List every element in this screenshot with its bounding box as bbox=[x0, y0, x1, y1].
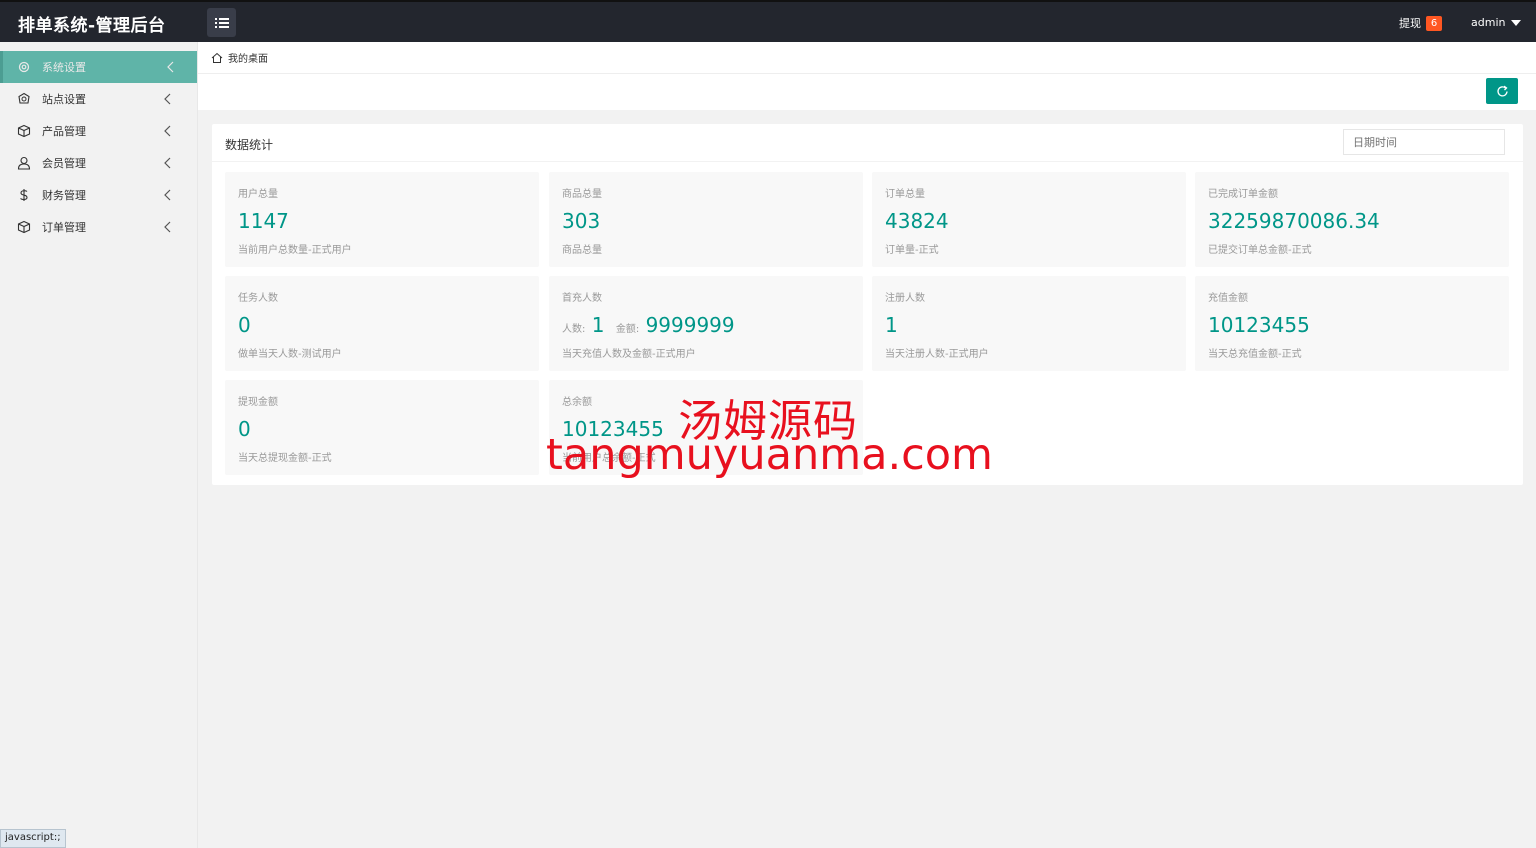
box-icon bbox=[17, 124, 31, 138]
first-recharge-amount: 9999999 bbox=[645, 313, 735, 337]
chevron-left-icon bbox=[167, 61, 174, 73]
card-title: 充值金额 bbox=[1208, 293, 1248, 304]
card-title: 用户总量 bbox=[238, 189, 278, 200]
stat-card-recharge-amount: 充值金额 10123455 当天总充值金额-正式 bbox=[1195, 276, 1509, 371]
sidebar-toggle-button[interactable] bbox=[207, 8, 236, 37]
count-label: 人数: bbox=[562, 324, 586, 335]
card-title: 首充人数 bbox=[562, 293, 602, 304]
card-desc: 当前用户总数量-正式用户 bbox=[238, 245, 352, 256]
sidebar-item-finance-management[interactable]: 财务管理 bbox=[0, 179, 197, 211]
panel-title: 数据统计 bbox=[225, 138, 274, 152]
stat-card-total-products: 商品总量 303 商品总量 bbox=[549, 172, 863, 267]
card-title: 已完成订单金额 bbox=[1208, 189, 1278, 200]
card-value: 10123455 bbox=[1208, 313, 1310, 337]
card-value: 1147 bbox=[238, 209, 289, 233]
top-header: 排单系统-管理后台 提现 6 admin bbox=[0, 0, 1536, 42]
card-value: 1 bbox=[885, 313, 898, 337]
first-recharge-count: 1 bbox=[591, 313, 605, 337]
card-value: 人数: 1 金额: 9999999 bbox=[562, 313, 735, 337]
breadcrumb-home[interactable]: 我的桌面 bbox=[228, 50, 268, 65]
card-title: 总余额 bbox=[562, 397, 592, 408]
amount-label: 金额: bbox=[615, 324, 640, 335]
chevron-left-icon bbox=[164, 125, 171, 137]
card-desc: 当天总充值金额-正式 bbox=[1208, 349, 1302, 360]
withdraw-link[interactable]: 提现 6 bbox=[1399, 15, 1442, 31]
stat-card-completed-amount: 已完成订单金额 32259870086.34 已提交订单总金额-正式 bbox=[1195, 172, 1509, 267]
breadcrumb: 我的桌面 bbox=[198, 42, 1536, 74]
card-desc: 已提交订单总金额-正式 bbox=[1208, 245, 1312, 256]
sidebar-item-label: 系统设置 bbox=[42, 61, 86, 74]
dollar-icon bbox=[17, 188, 31, 202]
date-time-input[interactable] bbox=[1343, 129, 1505, 155]
user-icon bbox=[17, 156, 31, 170]
card-title: 任务人数 bbox=[238, 293, 278, 304]
chevron-left-icon bbox=[164, 93, 171, 105]
card-value: 303 bbox=[562, 209, 601, 233]
card-desc: 做单当天人数-测试用户 bbox=[238, 349, 342, 360]
stat-card-first-recharge: 首充人数 人数: 1 金额: 9999999 当天充值人数及金额-正式用户 bbox=[549, 276, 863, 371]
sidebar-item-product-management[interactable]: 产品管理 bbox=[0, 115, 197, 147]
refresh-button[interactable] bbox=[1486, 78, 1518, 104]
caret-down-icon bbox=[1511, 20, 1522, 26]
sidebar-item-label: 财务管理 bbox=[42, 189, 86, 202]
card-title: 提现金额 bbox=[238, 397, 278, 408]
box-icon bbox=[17, 220, 31, 234]
sidebar-item-label: 会员管理 bbox=[42, 157, 86, 170]
card-desc: 商品总量 bbox=[562, 245, 602, 256]
card-title: 注册人数 bbox=[885, 293, 925, 304]
card-desc: 当天总提现金额-正式 bbox=[238, 453, 332, 464]
withdraw-count-badge: 6 bbox=[1426, 15, 1442, 31]
menu-icon bbox=[214, 17, 229, 28]
app-brand: 排单系统-管理后台 bbox=[18, 16, 166, 36]
stat-card-task-users: 任务人数 0 做单当天人数-测试用户 bbox=[225, 276, 539, 371]
home-icon bbox=[211, 52, 223, 63]
card-title: 订单总量 bbox=[885, 189, 925, 200]
status-link-preview: javascript:; bbox=[0, 829, 66, 848]
card-title: 商品总量 bbox=[562, 189, 602, 200]
card-value: 0 bbox=[238, 313, 251, 337]
sidebar: 系统设置 站点设置 产品管理 会员管理 财务管理 订单管理 bbox=[0, 42, 198, 848]
gear-icon bbox=[17, 60, 31, 74]
globe-icon bbox=[17, 92, 31, 106]
sidebar-item-label: 产品管理 bbox=[42, 125, 86, 138]
sidebar-item-order-management[interactable]: 订单管理 bbox=[0, 211, 197, 243]
stat-card-registrations: 注册人数 1 当天注册人数-正式用户 bbox=[872, 276, 1186, 371]
chevron-left-icon bbox=[164, 157, 171, 169]
sidebar-item-system-settings[interactable]: 系统设置 bbox=[0, 51, 197, 83]
chevron-left-icon bbox=[164, 189, 171, 201]
toolbar bbox=[198, 74, 1536, 110]
card-value: 32259870086.34 bbox=[1208, 209, 1380, 233]
user-menu[interactable]: admin bbox=[1471, 16, 1522, 29]
withdraw-label: 提现 bbox=[1399, 17, 1421, 30]
sidebar-item-label: 订单管理 bbox=[42, 221, 86, 234]
stat-card-withdraw-amount: 提现金额 0 当天总提现金额-正式 bbox=[225, 380, 539, 475]
card-value: 43824 bbox=[885, 209, 949, 233]
sidebar-item-site-settings[interactable]: 站点设置 bbox=[0, 83, 197, 115]
card-value: 0 bbox=[238, 417, 251, 441]
refresh-icon bbox=[1496, 85, 1508, 96]
card-desc: 订单量-正式 bbox=[885, 245, 939, 256]
user-name: admin bbox=[1471, 16, 1506, 29]
watermark-domain: tangmuyuanma.com bbox=[546, 430, 993, 480]
card-desc: 当天注册人数-正式用户 bbox=[885, 349, 989, 360]
stat-card-total-users: 用户总量 1147 当前用户总数量-正式用户 bbox=[225, 172, 539, 267]
panel-header: 数据统计 bbox=[212, 124, 1523, 162]
sidebar-item-label: 站点设置 bbox=[42, 93, 86, 106]
stat-card-total-orders: 订单总量 43824 订单量-正式 bbox=[872, 172, 1186, 267]
card-desc: 当天充值人数及金额-正式用户 bbox=[562, 349, 696, 360]
chevron-left-icon bbox=[164, 221, 171, 233]
sidebar-item-member-management[interactable]: 会员管理 bbox=[0, 147, 197, 179]
